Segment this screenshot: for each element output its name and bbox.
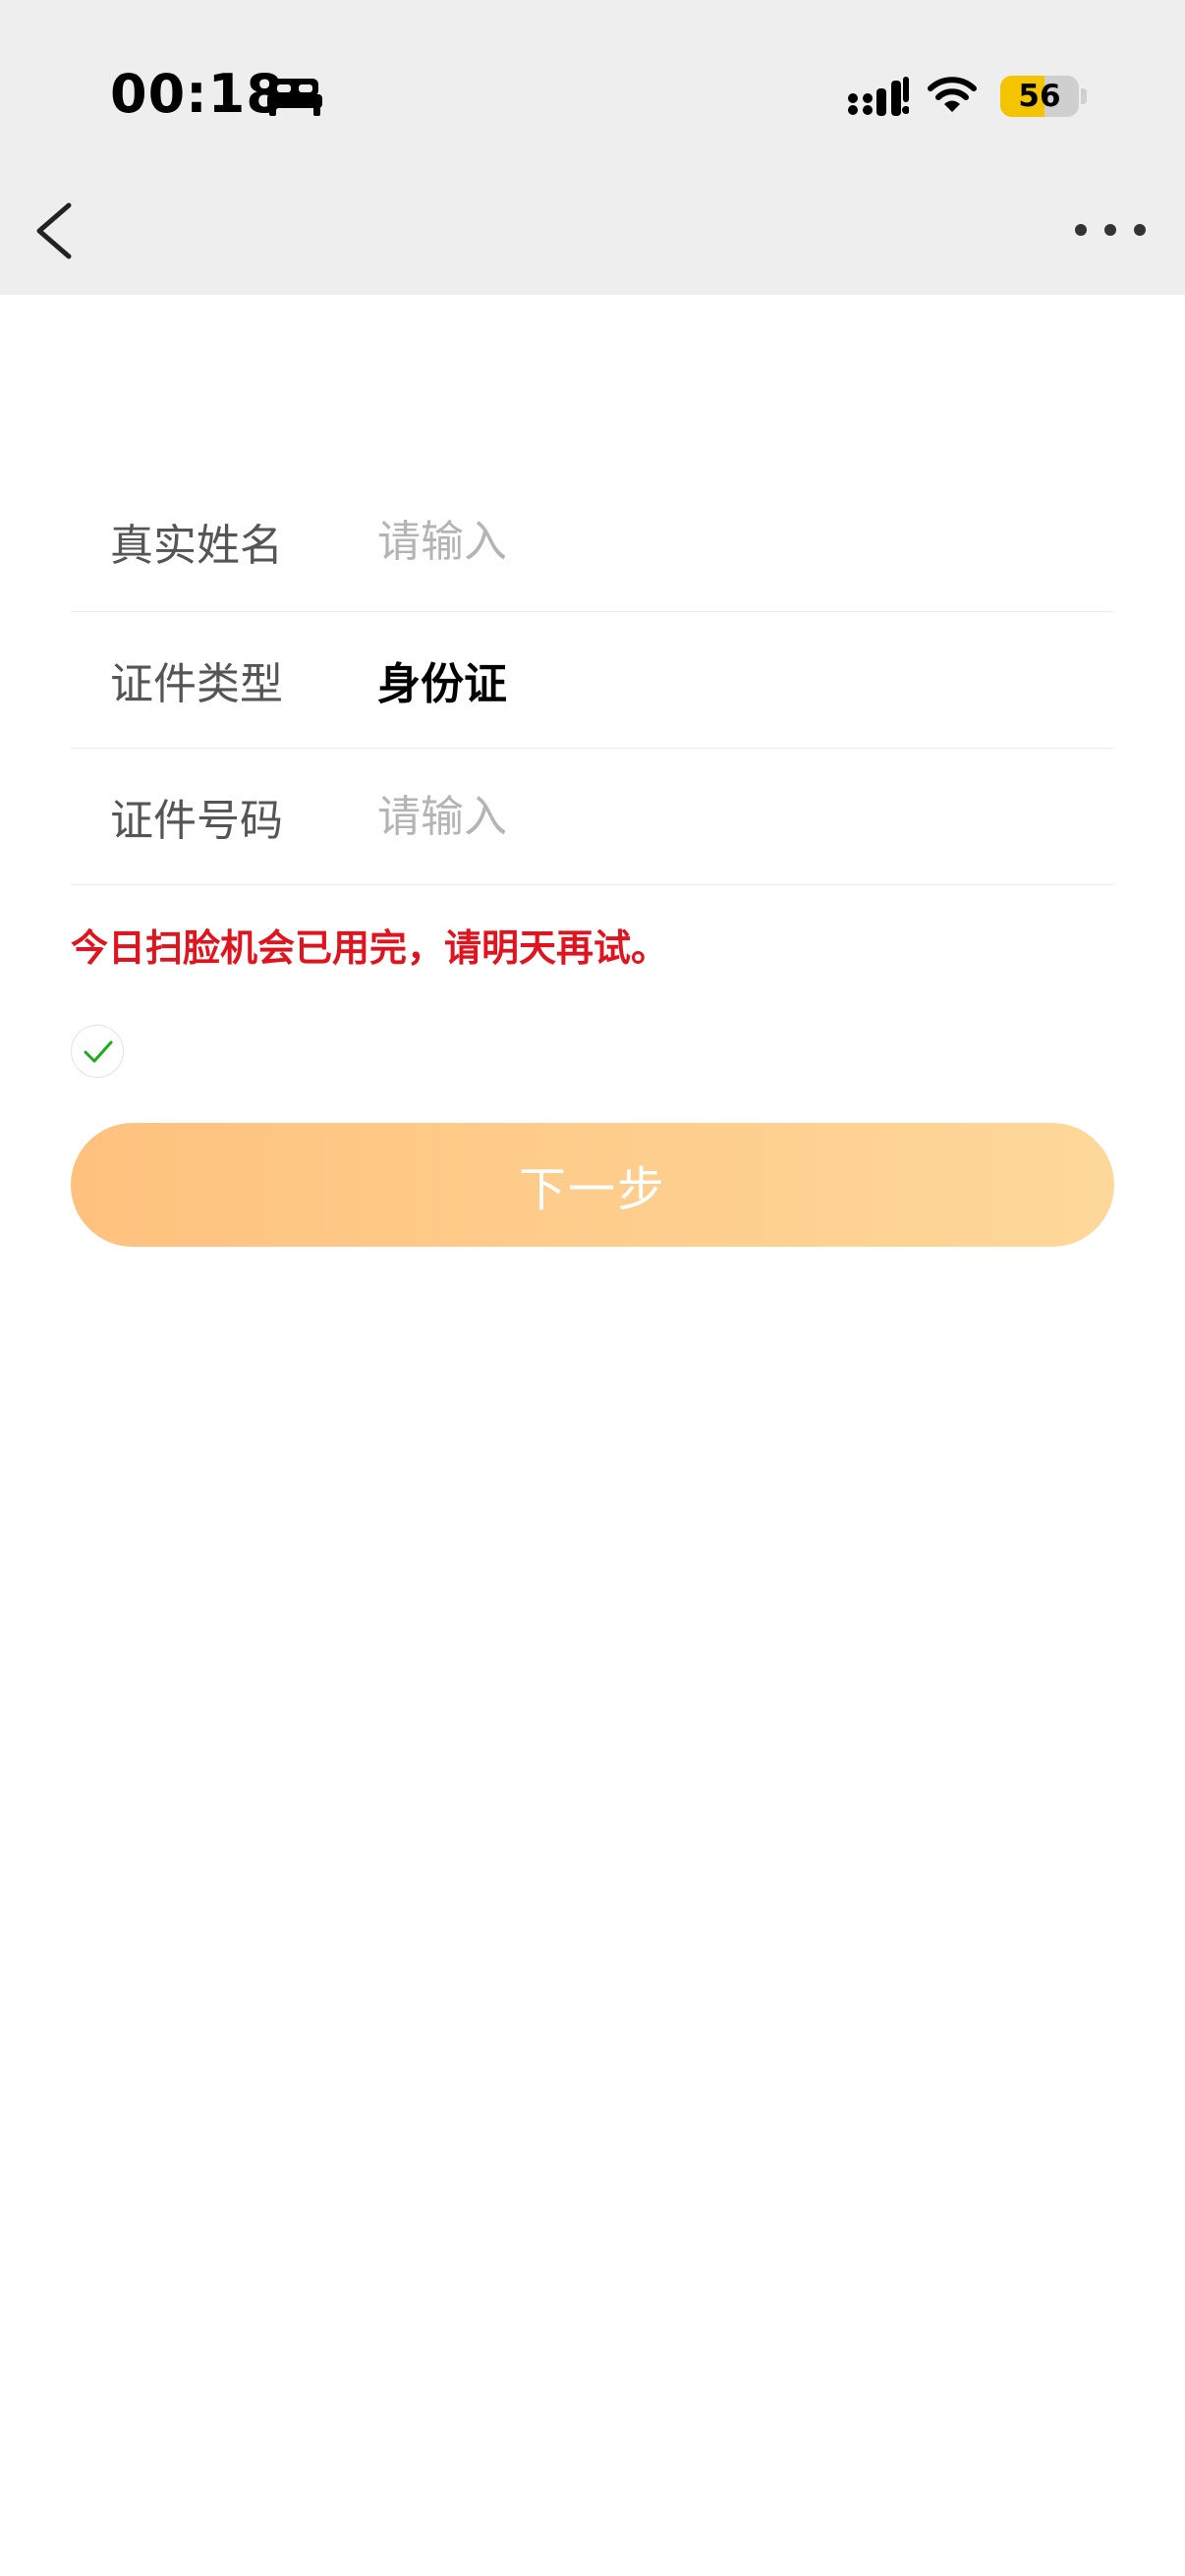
error-message: 今日扫脸机会已用完，请明天再试。: [71, 926, 669, 970]
battery-level: 56: [1018, 79, 1061, 114]
id-type-row[interactable]: 证件类型 身份证: [71, 612, 1114, 749]
checkmark-icon: [84, 1040, 113, 1063]
real-name-input[interactable]: [377, 516, 1114, 567]
identity-form: 真实姓名 证件类型 身份证 证件号码: [71, 472, 1114, 885]
real-name-label: 真实姓名: [110, 521, 283, 571]
bed-icon: [267, 79, 322, 116]
top-bar: 00:18 56: [0, 0, 1185, 295]
wifi-icon: [928, 77, 977, 112]
back-button[interactable]: [24, 192, 83, 270]
id-type-select[interactable]: 身份证: [377, 648, 1114, 711]
status-time: 00:18: [110, 63, 284, 125]
signal-icon: [848, 77, 909, 116]
real-name-row: 真实姓名: [71, 472, 1114, 612]
id-number-row: 证件号码: [71, 749, 1114, 885]
battery-nub: [1081, 88, 1087, 104]
more-button[interactable]: [1071, 210, 1150, 250]
chevron-left-icon: [36, 202, 72, 259]
id-number-input[interactable]: [377, 791, 1114, 842]
id-type-label: 证件类型: [110, 659, 283, 709]
agreement-checkbox[interactable]: [71, 1025, 124, 1078]
id-number-label: 证件号码: [110, 796, 283, 846]
more-dots-icon: [1075, 224, 1146, 236]
battery-icon: 56: [1000, 76, 1079, 117]
next-button[interactable]: 下一步: [71, 1123, 1114, 1247]
